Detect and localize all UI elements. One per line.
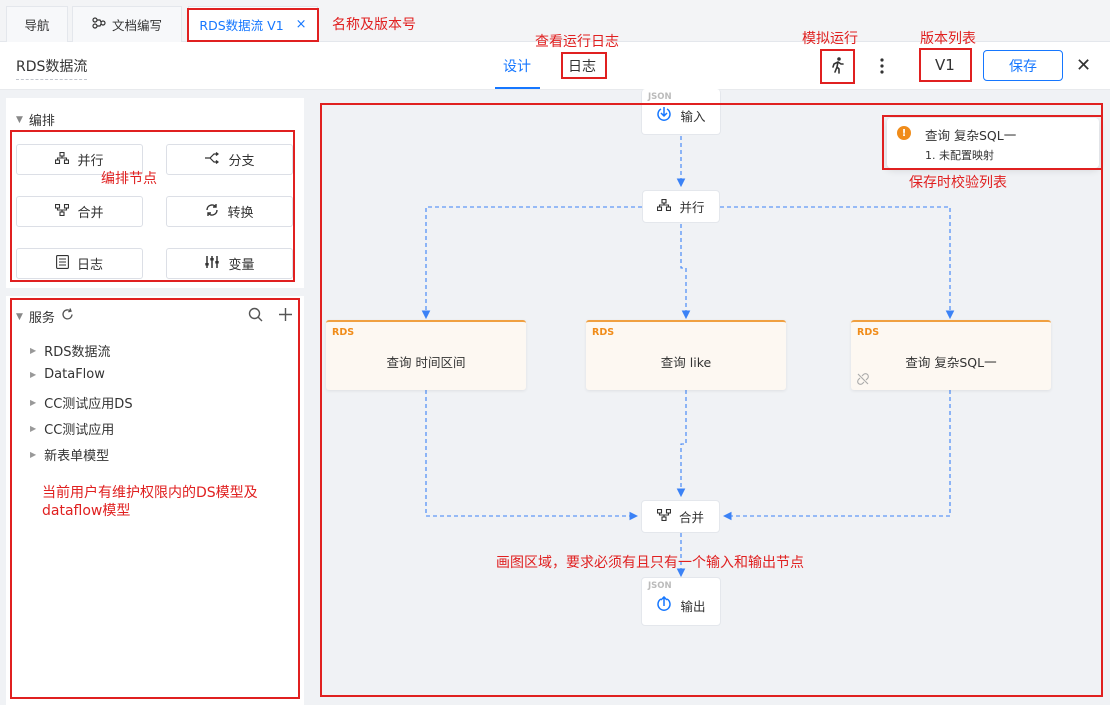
- annotation-box-tab: [187, 8, 319, 42]
- annotation-box-canvas: [320, 103, 1103, 697]
- annotation-box-log: [561, 52, 607, 79]
- annotation-orch-nodes: 编排节点: [101, 171, 157, 187]
- annotation-canvas-note: 画图区域，要求必须有且只有一个输入和输出节点: [496, 555, 804, 571]
- annotation-view-log: 查看运行日志: [535, 34, 619, 50]
- annotation-save-validation: 保存时校验列表: [909, 175, 1007, 191]
- annotation-name-version: 名称及版本号: [332, 17, 416, 33]
- annotation-box-simulate: [820, 49, 855, 84]
- annotation-box-orch: [10, 130, 295, 282]
- annotation-version-list: 版本列表: [920, 31, 976, 47]
- annotation-box-validation: [882, 115, 1103, 170]
- annotation-services-note-1: 当前用户有维护权限内的DS模型及: [42, 485, 258, 501]
- annotation-services-note-2: dataflow模型: [42, 503, 131, 519]
- annotation-simulate: 模拟运行: [802, 31, 858, 47]
- node-type-tag: JSON: [648, 92, 672, 102]
- annotation-box-version: [919, 48, 972, 82]
